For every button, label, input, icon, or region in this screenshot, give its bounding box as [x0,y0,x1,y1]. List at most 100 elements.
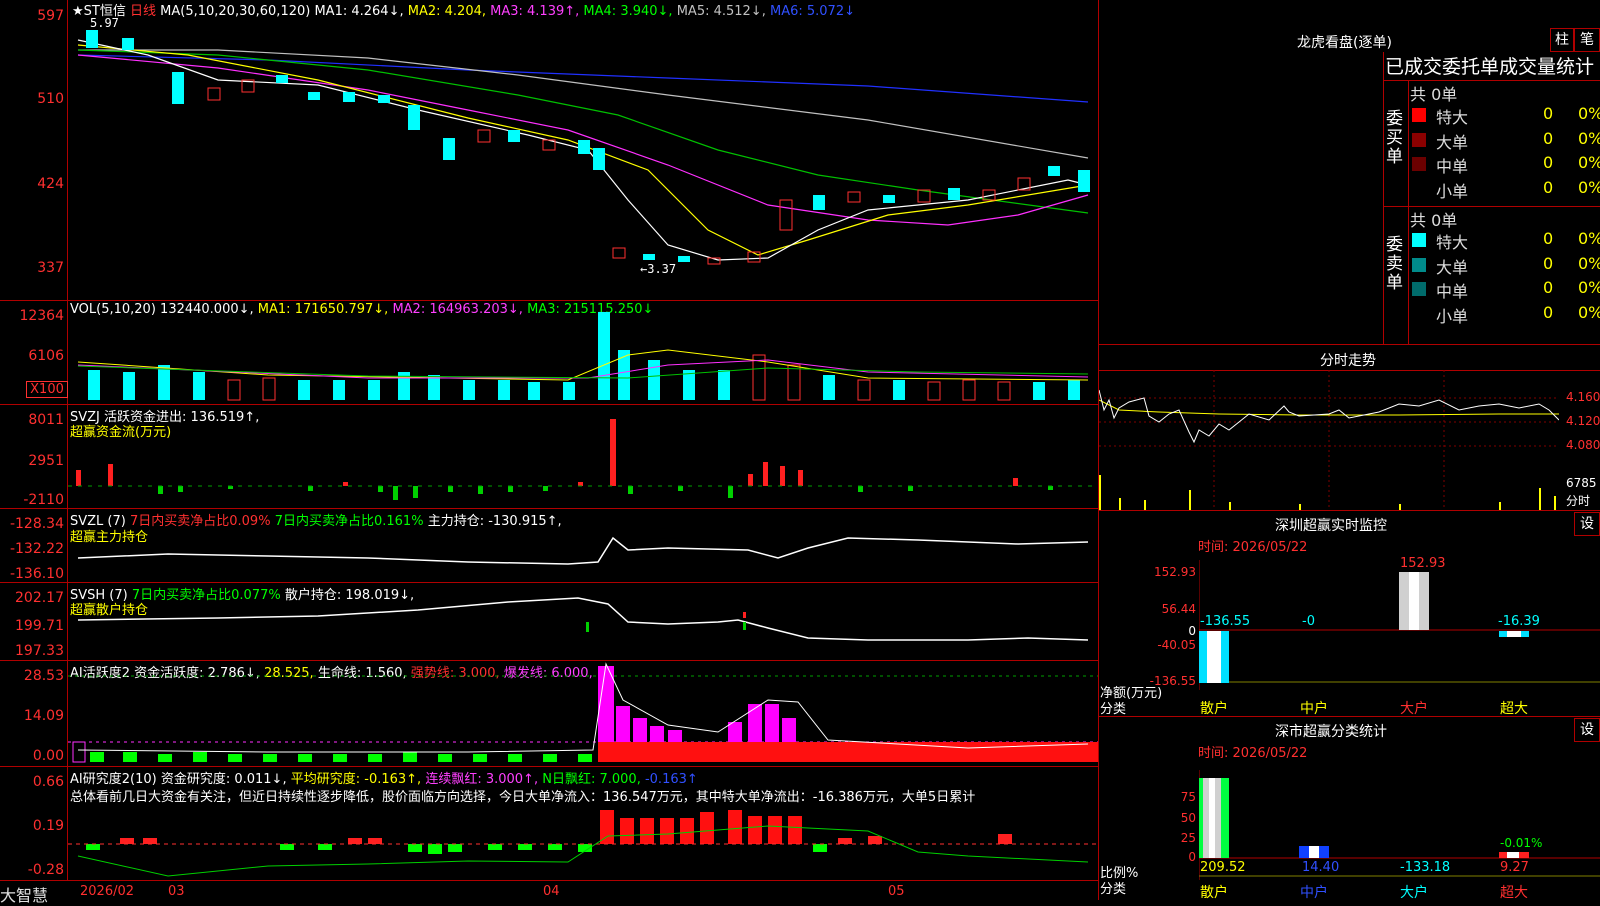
sell-swatch-0 [1412,233,1426,247]
buy-total: 共 0单 [1410,85,1458,104]
candles [86,30,1090,265]
sell-total: 共 0单 [1410,211,1458,230]
volume-bars [88,312,1080,401]
intraday-chart[interactable] [1099,370,1559,510]
svzj-bars [76,419,1053,500]
sz-val-retail: -136.55 [1200,614,1251,629]
svzl-ytick-3: -136.10 [9,566,64,582]
sell-row-name: 大单 [1436,257,1469,277]
svsh-ytick-1: 202.17 [15,590,64,606]
price-chart[interactable] [68,0,1098,300]
szc-cat-big: 大户 [1400,885,1428,901]
svzj-ytick-8011: 8011 [28,412,64,428]
sell-side-label: 委卖单 [1386,235,1403,293]
x-label-apr: 04 [543,884,560,899]
svzj-chart[interactable] [68,404,1098,508]
intraday-volume [1099,475,1556,510]
sep-x-axis [0,880,1098,881]
svzl-chart[interactable] [68,508,1098,582]
sell-row-count: 0 [1543,253,1554,273]
x-label-mar: 03 [168,884,185,899]
vol-ma2-line [77,359,1089,379]
aires-ytick-1: 0.66 [32,774,64,790]
buy-row-name: 中单 [1436,157,1469,176]
intraday-vol: 6785 [1566,476,1597,490]
aiact-ytick-2: 14.09 [23,708,64,724]
vol-ma1-line [77,349,1089,381]
szc-val-super: 9.27 [1500,860,1529,875]
vol-ytick-12364: 12364 [19,308,64,324]
buy-row-pct: 0% [1578,153,1600,172]
sz-class-time: 时间: 2026/05/22 [1198,746,1308,761]
sz-val-big: 152.93 [1400,556,1446,571]
svzj-ytick-neg2110: -2110 [23,492,64,508]
buy-swatch-3 [1412,181,1426,196]
volume-chart[interactable] [68,300,1098,404]
sz-cat-super: 超大 [1500,701,1528,717]
aires-ytick-2: 0.19 [32,818,64,834]
sz-cat-mid: 中户 [1300,701,1328,717]
intraday-price-3: 4.080 [1566,438,1600,452]
szc-cat-retail: 散户 [1200,885,1228,901]
aiact-line [77,662,1089,753]
buy-swatch-0 [1412,108,1426,122]
szc-pct: -0.01% [1500,836,1543,850]
sz-monitor-y3: 0 [1188,624,1196,638]
sell-row-name: 小单 [1436,306,1469,326]
svzl-ytick-2: -132.22 [9,541,64,557]
aires-chart[interactable] [68,766,1098,880]
svzj-ytick-2951: 2951 [28,453,64,469]
intraday-price-2: 4.120 [1566,414,1600,428]
svzl-line [77,536,1089,565]
sell-swatch-3 [1412,306,1426,321]
svsh-ytick-3: 197.33 [15,643,64,659]
buy-swatch-2 [1412,157,1426,171]
buy-row-pct: 0% [1578,104,1600,123]
bar-mode-button[interactable]: 柱 [1550,28,1574,52]
sell-swatch-2 [1412,282,1426,296]
sz-monitor-title: 深圳超赢实时监控 [1275,518,1387,534]
main-ytick-510: 510 [37,91,64,107]
ma6-line [77,54,1089,103]
vol-unit-badge[interactable]: X100 [26,381,68,398]
sz-val-mid: -0 [1302,614,1315,629]
intraday-title: 分时走势 [1320,353,1376,369]
buy-row-name: 特大 [1436,108,1469,127]
sz-class-y2: 50 [1180,811,1196,825]
sell-swatch-1 [1412,257,1426,272]
stats-title: 已成交委托单成交量统计 [1385,56,1595,78]
brand-label: 大智慧 [0,886,49,905]
szc-cat-super: 超大 [1500,885,1528,901]
buy-row-count: 0 [1543,153,1554,172]
aiact-bars [72,666,1098,763]
main-ytick-337: 337 [37,260,64,276]
aiact-ytick-1: 28.53 [23,668,64,684]
svsh-chart[interactable] [68,582,1098,660]
buy-row-pct: 0% [1578,177,1600,197]
sz-class-settings-button[interactable]: 设 [1574,718,1600,742]
sz-cat-retail: 散户 [1200,701,1228,717]
main-ytick-597: 597 [37,8,64,24]
pen-mode-button[interactable]: 笔 [1574,28,1600,52]
aiact-chart[interactable] [68,660,1098,766]
sell-row-pct: 0% [1578,229,1600,248]
svsh-ytick-2: 199.71 [15,618,64,634]
sell-row-count: 0 [1543,278,1554,297]
sz-class-y4: 0 [1188,850,1196,864]
sell-row-pct: 0% [1578,302,1600,322]
sz-monitor-settings-button[interactable]: 设 [1574,512,1600,536]
buy-swatch-1 [1412,132,1426,147]
buy-row-pct: 0% [1578,128,1600,148]
sell-row-count: 0 [1543,229,1554,248]
svzl-ytick-1: -128.34 [9,516,64,532]
buy-row-name: 小单 [1436,181,1469,201]
dragon-title: 龙虎看盘(逐单) [1297,35,1392,51]
buy-row-count: 0 [1543,177,1554,197]
x-label-feb: 2026/02 [80,884,135,899]
sz-class-y1: 75 [1180,790,1196,804]
sz-class-left2: 分类 [1100,882,1127,897]
buy-side-label: 委买单 [1386,109,1403,167]
sz-monitor-time: 时间: 2026/05/22 [1198,540,1308,555]
sz-monitor-y1: 152.93 [1154,565,1196,579]
sell-row-count: 0 [1543,302,1554,322]
